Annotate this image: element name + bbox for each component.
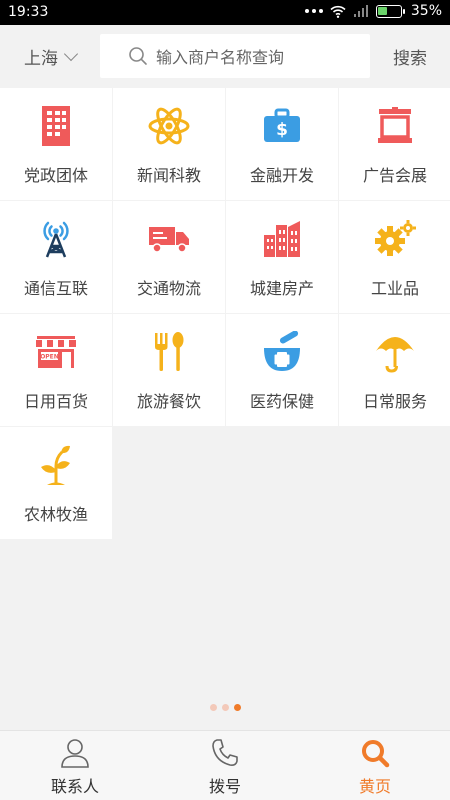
- category-party-government[interactable]: 党政团体: [0, 88, 112, 200]
- search-icon: [129, 47, 147, 65]
- category-finance[interactable]: $ 金融开发: [226, 88, 338, 200]
- category-news-education[interactable]: 新闻科教: [113, 88, 225, 200]
- category-agriculture[interactable]: 农林牧渔: [0, 427, 112, 539]
- store-icon: OPEN: [36, 336, 76, 368]
- category-label: 医药保健: [249, 392, 314, 411]
- page-dot[interactable]: [209, 704, 217, 711]
- more-dots-icon: [304, 9, 323, 13]
- svg-text:$: $: [276, 120, 288, 140]
- page-dot[interactable]: [221, 704, 229, 711]
- battery-icon: [375, 4, 405, 18]
- category-travel-dining[interactable]: 旅游餐饮: [113, 314, 225, 426]
- page-indicator: [0, 704, 450, 711]
- billboard-icon: [378, 107, 412, 143]
- city-label: 上海: [24, 48, 58, 69]
- category-advertising[interactable]: 广告会展: [339, 88, 450, 200]
- category-label: 城建房产: [249, 279, 314, 298]
- category-label: 日常服务: [362, 392, 427, 411]
- category-transport[interactable]: 交通物流: [113, 201, 225, 313]
- category-real-estate[interactable]: 城建房产: [226, 201, 338, 313]
- wifi-icon: [330, 5, 346, 18]
- category-label: 农林牧渔: [23, 505, 88, 524]
- category-label: 通信互联: [23, 279, 88, 298]
- umbrella-icon: [376, 337, 414, 373]
- search-icon: [362, 740, 390, 768]
- atom-icon: [148, 107, 190, 145]
- category-label: 旅游餐饮: [136, 392, 201, 411]
- category-label: 日用百货: [23, 392, 88, 411]
- phone-icon: [212, 739, 238, 766]
- category-daily-goods[interactable]: OPEN 日用百货: [0, 314, 112, 426]
- tab-label: 拨号: [208, 777, 241, 796]
- signal-icon: [353, 4, 368, 17]
- tab-contacts[interactable]: 联系人: [0, 731, 150, 800]
- money-case-icon: $: [264, 108, 300, 142]
- tab-label: 联系人: [50, 777, 99, 796]
- status-bar: 19:33 35%: [0, 0, 450, 25]
- bottom-nav: 联系人 拨号 黄页: [0, 730, 450, 800]
- truck-icon: [149, 227, 189, 253]
- header: 上海 输入商户名称查询 搜索: [0, 25, 450, 87]
- tab-dialer[interactable]: 拨号: [150, 731, 300, 800]
- category-grid: 党政团体 新闻科教 $ 金融开发 广告会展 通信互联 交通物流 城建房产 工业品…: [0, 88, 450, 539]
- category-daily-services[interactable]: 日常服务: [339, 314, 450, 426]
- city-buildings-icon: [264, 221, 300, 257]
- status-time: 19:33: [8, 4, 49, 20]
- contact-icon: [61, 739, 89, 768]
- category-medical[interactable]: 医药保健: [226, 314, 338, 426]
- category-label: 广告会展: [362, 166, 427, 185]
- category-telecom[interactable]: 通信互联: [0, 201, 112, 313]
- medicine-icon: [264, 331, 300, 371]
- antenna-icon: [43, 221, 69, 258]
- category-label: 交通物流: [136, 279, 201, 298]
- search-placeholder: 输入商户名称查询: [156, 48, 285, 67]
- category-label: 党政团体: [23, 166, 88, 185]
- fork-spoon-icon: [155, 332, 184, 371]
- tab-yellow-pages[interactable]: 黄页: [300, 731, 450, 800]
- svg-text:OPEN: OPEN: [40, 354, 59, 361]
- tab-label: 黄页: [358, 777, 391, 796]
- gears-icon: [375, 220, 416, 256]
- category-industrial[interactable]: 工业品: [339, 201, 450, 313]
- status-right: 35%: [304, 3, 442, 19]
- search-button[interactable]: 搜索: [370, 44, 450, 69]
- search-input[interactable]: 输入商户名称查询: [100, 34, 370, 78]
- city-selector[interactable]: 上海: [0, 44, 100, 69]
- category-label: 金融开发: [249, 166, 314, 185]
- chevron-down-icon: [63, 46, 79, 61]
- page-dot-active[interactable]: [233, 704, 241, 711]
- category-label: 新闻科教: [136, 166, 201, 185]
- building-icon: [42, 106, 70, 146]
- battery-percent: 35%: [410, 3, 442, 19]
- plant-icon: [41, 445, 70, 485]
- category-label: 工业品: [370, 279, 419, 298]
